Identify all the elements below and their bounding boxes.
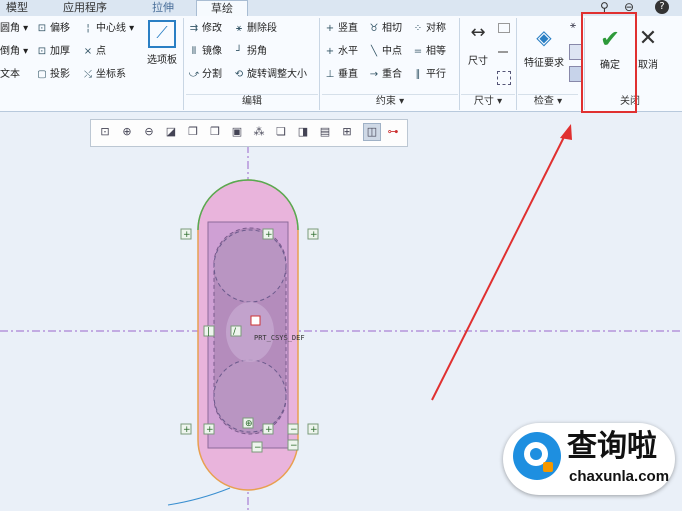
svg-text:+: + <box>183 230 191 240</box>
zoom-in-icon[interactable]: ⊕ <box>119 124 135 140</box>
repaint-icon[interactable]: ◪ <box>163 124 179 140</box>
annotation-arrow-head <box>560 124 572 140</box>
watermark-badge: 查询啦 chaxunla.com <box>503 423 675 495</box>
svg-text:+: + <box>183 425 191 435</box>
csys-label: PRT_CSYS_DEF <box>254 334 305 342</box>
shading-edges-icon[interactable]: ❒ <box>207 124 223 140</box>
refit-icon[interactable]: ⊡ <box>97 124 113 140</box>
highlight-box-close-group <box>581 12 637 113</box>
annotation-arrow-line <box>431 132 567 401</box>
dimension-leader <box>167 487 231 506</box>
vertex-display-icon[interactable]: ⊶ <box>385 124 401 140</box>
svg-text:+: + <box>265 425 273 435</box>
svg-text:−: − <box>290 441 298 451</box>
datum-display-icon[interactable]: ⁂ <box>251 124 267 140</box>
svg-text:+: + <box>206 425 214 435</box>
zoom-out-icon[interactable]: ⊖ <box>141 124 157 140</box>
svg-text:−: − <box>254 443 262 453</box>
saved-views-icon[interactable]: ❏ <box>273 124 289 140</box>
dimension-display-icon[interactable]: ⊞ <box>339 124 355 140</box>
svg-text:+: + <box>265 230 273 240</box>
watermark-logo <box>513 432 561 480</box>
svg-text:⊕: ⊕ <box>245 419 253 429</box>
svg-text:|: | <box>207 327 210 337</box>
svg-text:+: + <box>310 230 318 240</box>
upper-circle[interactable] <box>213 229 287 303</box>
display-style-icon[interactable]: ▣ <box>229 124 245 140</box>
csys-marker[interactable] <box>250 315 261 326</box>
watermark-url: chaxunla.com <box>569 468 670 485</box>
sketch-view-icon[interactable]: ▤ <box>317 124 333 140</box>
shading-icon[interactable]: ❐ <box>185 124 201 140</box>
constraint-display-icon[interactable]: ◫ <box>363 123 381 141</box>
view-toolbar: ⊡ ⊕ ⊖ ◪ ❐ ❒ ▣ ⁂ ❏ ◨ ▤ ⊞ ◫ ⊶ <box>90 119 408 147</box>
svg-text:−: − <box>290 425 298 435</box>
watermark-title: 查询啦 <box>567 429 657 464</box>
svg-text:+: + <box>310 425 318 435</box>
perspective-icon[interactable]: ◨ <box>295 124 311 140</box>
